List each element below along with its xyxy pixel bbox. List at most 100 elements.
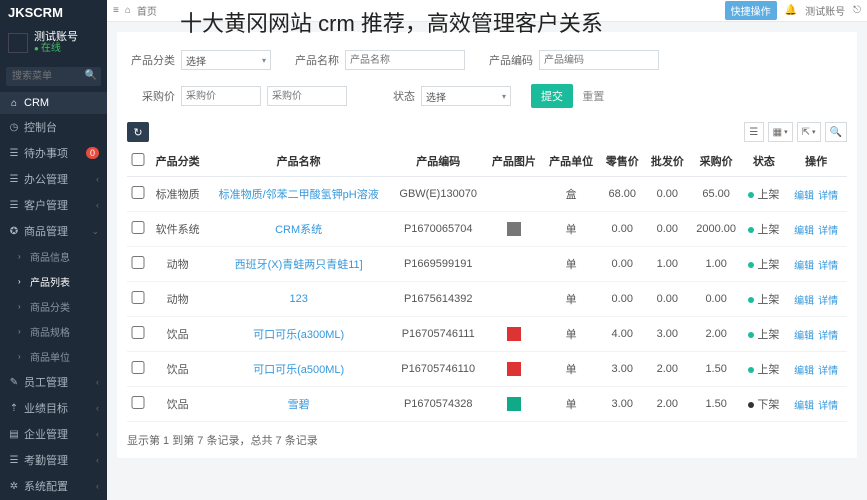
product-name-link[interactable]: CRM系统 [275, 224, 322, 236]
row-checkbox[interactable] [131, 221, 145, 234]
edit-link[interactable]: 编辑 [794, 261, 814, 272]
nav-item[interactable]: ✎员工管理‹ [0, 369, 107, 395]
nav-item[interactable]: ☰考勤管理‹ [0, 447, 107, 473]
row-checkbox[interactable] [131, 256, 145, 269]
cell-retail: 0.00 [600, 247, 645, 282]
table-toolbar: ↻ ☰ ▦▾ ⇱▾ 🔍 [127, 122, 847, 142]
status-dot-icon [748, 297, 754, 303]
nav-item[interactable]: ▤企业管理‹ [0, 421, 107, 447]
cell-ops: 编辑详情 [785, 212, 847, 247]
nav-item[interactable]: ⌂CRM [0, 92, 107, 114]
nav-item[interactable]: ✲系统配置‹ [0, 473, 107, 499]
nav-item[interactable]: ›商品信息 [0, 244, 107, 269]
filter-code-input[interactable] [539, 50, 659, 70]
search-icon[interactable]: 🔍 [85, 70, 97, 81]
nav-icon: ☰ [8, 148, 20, 159]
quick-action-button[interactable]: 快捷操作 [725, 1, 777, 20]
select-all-checkbox[interactable] [131, 153, 145, 166]
product-table: 产品分类产品名称产品编码产品图片产品单位零售价批发价采购价状态操作 标准物质标准… [127, 146, 847, 422]
filter-price-from-input[interactable] [181, 86, 261, 106]
cell-image [485, 352, 542, 387]
main: 产品分类 选择▾ 产品名称 产品编码 采购价 状态 选择▾ [107, 22, 867, 500]
nav-item[interactable]: ›商品规格 [0, 319, 107, 344]
table-row: 动物123P1675614392单0.000.000.00上架编辑详情 [127, 282, 847, 317]
detail-link[interactable]: 详情 [818, 401, 838, 412]
nav-item[interactable]: ›商品分类 [0, 294, 107, 319]
view-grid-button[interactable]: ▦▾ [768, 122, 793, 142]
edit-link[interactable]: 编辑 [794, 226, 814, 237]
row-checkbox[interactable] [131, 291, 145, 304]
topbar-account[interactable]: 测试账号 [805, 3, 845, 18]
edit-link[interactable]: 编辑 [794, 401, 814, 412]
nav-label: 控制台 [24, 119, 57, 135]
edit-link[interactable]: 编辑 [794, 366, 814, 377]
menu-toggle-icon[interactable]: ≡ [113, 5, 119, 16]
cell-code: P1669599191 [391, 247, 485, 282]
chevron-icon: ‹ [96, 455, 99, 465]
cell-image [485, 317, 542, 352]
bullet-icon: › [18, 352, 26, 361]
product-name-link[interactable]: 123 [289, 293, 307, 305]
nav-item[interactable]: ☰客户管理‹ [0, 192, 107, 218]
nav-icon: ⇡ [8, 403, 20, 414]
table-header: 产品名称 [206, 146, 391, 177]
edit-link[interactable]: 编辑 [794, 191, 814, 202]
view-list-button[interactable]: ☰ [744, 122, 764, 142]
table-header: 批发价 [645, 146, 690, 177]
list-icon: ☰ [749, 127, 758, 138]
row-checkbox[interactable] [131, 396, 145, 409]
cell-code: P1670065704 [391, 212, 485, 247]
row-checkbox[interactable] [131, 361, 145, 374]
exit-icon[interactable]: ⎋ [853, 5, 861, 16]
nav-item[interactable]: ☰办公管理‹ [0, 166, 107, 192]
cell-retail: 4.00 [600, 317, 645, 352]
cell-code: P1675614392 [391, 282, 485, 317]
filter-category-select[interactable]: 选择▾ [181, 50, 271, 70]
edit-link[interactable]: 编辑 [794, 296, 814, 307]
nav-item[interactable]: ☰待办事项0 [0, 140, 107, 166]
chevron-icon: ‹ [96, 429, 99, 439]
row-checkbox[interactable] [131, 326, 145, 339]
nav-label: 待办事项 [24, 145, 68, 161]
cell-retail: 3.00 [600, 387, 645, 422]
table-header: 产品图片 [485, 146, 542, 177]
edit-link[interactable]: 编辑 [794, 331, 814, 342]
product-name-link[interactable]: 雪碧 [288, 399, 310, 411]
detail-link[interactable]: 详情 [818, 331, 838, 342]
product-name-link[interactable]: 可口可乐(a300ML) [253, 329, 344, 341]
detail-link[interactable]: 详情 [818, 296, 838, 307]
detail-link[interactable]: 详情 [818, 366, 838, 377]
detail-link[interactable]: 详情 [818, 191, 838, 202]
cell-buy: 2.00 [690, 317, 743, 352]
product-name-link[interactable]: 标准物质/邻苯二甲酸氢钾pH溶液 [219, 189, 379, 201]
cell-category: 动物 [149, 282, 206, 317]
breadcrumb-home-icon[interactable]: ⌂ [125, 5, 131, 16]
nav-label: 商品规格 [30, 324, 70, 339]
filter-name-input[interactable] [345, 50, 465, 70]
row-checkbox[interactable] [131, 186, 145, 199]
reset-button[interactable]: 重置 [582, 88, 604, 104]
nav-item[interactable]: ⇡业绩目标‹ [0, 395, 107, 421]
detail-link[interactable]: 详情 [818, 261, 838, 272]
filter-status-select[interactable]: 选择▾ [421, 86, 511, 106]
detail-link[interactable]: 详情 [818, 226, 838, 237]
cell-image [485, 282, 542, 317]
bell-icon[interactable]: 🔔 [785, 5, 797, 16]
cell-code: P1670574328 [391, 387, 485, 422]
nav-icon: ✎ [8, 377, 20, 388]
table-row: 软件系统CRM系统P1670065704单0.000.002000.00上架编辑… [127, 212, 847, 247]
nav-item[interactable]: ›商品单位 [0, 344, 107, 369]
submit-button[interactable]: 提交 [531, 84, 573, 108]
filter-price-to-input[interactable] [267, 86, 347, 106]
nav-icon: ✪ [8, 226, 20, 237]
export-button[interactable]: ⇱▾ [797, 122, 821, 142]
toolbar-search-button[interactable]: 🔍 [825, 122, 847, 142]
nav-item[interactable]: ◷控制台 [0, 114, 107, 140]
nav-item[interactable]: ›产品列表 [0, 269, 107, 294]
nav-item[interactable]: ✪商品管理⌄ [0, 218, 107, 244]
status-dot-icon [748, 332, 754, 338]
product-name-link[interactable]: 西班牙(X)青蛙两只青蛙11] [235, 259, 363, 271]
filter-bar: 产品分类 选择▾ 产品名称 产品编码 采购价 状态 选择▾ [127, 50, 847, 108]
product-name-link[interactable]: 可口可乐(a500ML) [253, 364, 344, 376]
refresh-button[interactable]: ↻ [127, 122, 149, 142]
